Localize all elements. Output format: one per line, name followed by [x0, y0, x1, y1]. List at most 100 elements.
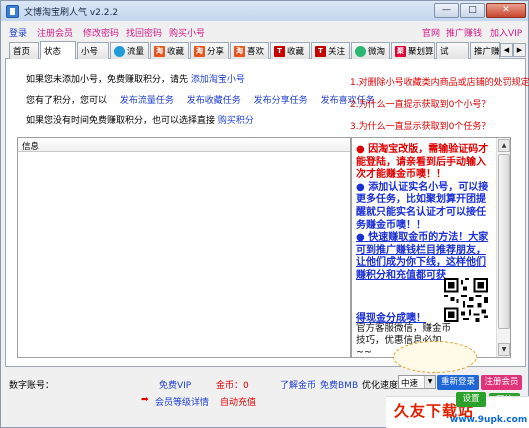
buy-points-hint: 如果您没有时间免费赚取积分，也可以选择直接 购买积分 — [26, 113, 254, 126]
settings-button[interactable]: 设置 — [456, 392, 486, 407]
speed-label: 优化速度 — [362, 381, 399, 391]
tab-label: 流量 — [127, 47, 145, 57]
add-account-hint: 如果您未添加小号，免费赚取积分，请先 添加淘宝小号 — [26, 72, 245, 85]
title-bar[interactable]: 文博淘宝刷人气 v2.2.2 — □ ✕ — [1, 1, 528, 21]
window-title: 文博淘宝刷人气 v2.2.2 — [24, 7, 119, 18]
tab-status[interactable]: 状态 — [40, 41, 76, 60]
faq-link-zero-tasks[interactable]: 3.为什么一直显示获取到0个任务？ — [350, 119, 490, 132]
change-password-link[interactable]: 修改密码 — [83, 26, 119, 39]
tab-tmall-favorite[interactable]: T 收藏 — [270, 42, 310, 59]
info-list[interactable]: 信息 — [17, 137, 351, 358]
tab-label: 关注 — [328, 47, 346, 57]
register-button[interactable]: 注册会员 — [481, 375, 522, 390]
register-link[interactable]: 注册会员 — [37, 26, 73, 39]
weitao-icon — [355, 45, 366, 57]
get-gold-link[interactable]: 得现金分成噢！ — [356, 309, 426, 324]
watermark-url: www.9upk.com — [450, 415, 528, 425]
info-list-header: 信息 — [18, 138, 350, 152]
app-icon — [6, 4, 19, 18]
tab-taobao-favorite[interactable]: 淘收藏 — [150, 42, 189, 59]
speed-select[interactable]: 中速 ▼ — [398, 375, 436, 389]
publish-traffic-task-link[interactable]: 发布流量任务 — [120, 96, 174, 106]
tab-label: 首页 — [13, 47, 31, 57]
faq-link-penalty[interactable]: 1.对删除小号收藏类内商品或店铺的处罚规定 — [350, 75, 529, 88]
taobao-icon: 淘 — [154, 45, 165, 57]
scroll-down-icon[interactable]: ▼ — [498, 343, 510, 356]
relogin-button[interactable]: 重新登录 — [437, 375, 479, 390]
notice-earn-gold[interactable]: ● 快速赚取金币的方法！大家可到推广赚钱栏目推荐朋友，让他们成为你下线，这样他们… — [356, 232, 494, 282]
app-window: 文博淘宝刷人气 v2.2.2 — □ ✕ 登录 注册会员 修改密码 找回密码 购… — [0, 0, 529, 428]
publish-favorite-task-link[interactable]: 发布收藏任务 — [187, 96, 241, 106]
hint-text: 如果您未添加小号，免费赚取积分，请先 — [26, 75, 189, 85]
tab-scroll-right-button[interactable]: ▶ — [513, 43, 526, 57]
tab-promote[interactable]: 推广赚钱 — [470, 42, 500, 59]
recharge-link[interactable]: 自动充值 — [220, 395, 256, 408]
notice-scrollbar[interactable]: ▲ ▼ — [496, 138, 510, 357]
tab-label: 小号 — [81, 47, 99, 57]
publish-task-hint: 您有了积分，您可以 发布流量任务 发布收藏任务 发布分享任务 发布喜欢任务 — [26, 93, 375, 106]
buy-points-link[interactable]: 购买积分 — [218, 116, 254, 126]
tab-weitao[interactable]: 微淘 — [351, 42, 390, 59]
publish-share-task-link[interactable]: 发布分享任务 — [254, 96, 308, 106]
taobao-icon: 淘 — [234, 45, 245, 57]
juhuasuan-icon: 聚 — [395, 45, 406, 57]
tab-home[interactable]: 首页 — [9, 42, 39, 59]
globe-icon — [114, 45, 125, 57]
speed-value: 中速 — [401, 379, 419, 389]
tab-juhuasuan[interactable]: 聚聚划算 — [391, 42, 435, 59]
tab-scroll-left-button[interactable]: ◀ — [500, 43, 513, 57]
red-arrow-icon: ➡ — [141, 395, 149, 405]
add-taobao-account-link[interactable]: 添加淘宝小号 — [191, 75, 245, 85]
promote-link[interactable]: 推广赚钱 — [446, 26, 482, 39]
minimize-button[interactable]: — — [434, 3, 459, 18]
tab-label: 聚划算 — [408, 47, 434, 57]
tab-accounts[interactable]: 小号 — [77, 42, 109, 59]
notice-earn-gold-text: 快速赚取金币的方法！大家可到推广赚钱栏目推荐朋友，让他们成为你下线，这样他们赚积… — [356, 232, 489, 281]
recover-password-link[interactable]: 找回密码 — [126, 26, 162, 39]
tab-taobao-share[interactable]: 淘分享 — [190, 42, 229, 59]
join-vip-link[interactable]: 加入VIP — [490, 26, 522, 39]
scroll-thumb[interactable] — [498, 154, 510, 329]
scroll-up-icon[interactable]: ▲ — [498, 139, 510, 152]
official-site-link[interactable]: 官网 — [422, 26, 440, 39]
chevron-down-icon: ▼ — [424, 376, 435, 388]
notice-real-name: ● 添加认证实名小号，可以接更多任务，比如聚划算开团提醒就只能实名认证才可以接任… — [356, 181, 489, 231]
wechat-qr-code — [444, 278, 488, 322]
tab-tmall-follow[interactable]: T 关注 — [311, 42, 350, 59]
buy-account-link[interactable]: 购买小号 — [169, 26, 205, 39]
tmall-icon: T — [274, 45, 285, 57]
taobao-icon: 淘 — [194, 45, 205, 57]
window-controls: — □ ✕ — [434, 3, 526, 18]
tab-trial[interactable]: 试 — [436, 42, 469, 59]
free-vip-link[interactable]: 免费VIP — [159, 378, 191, 391]
notice-real-name-text: 添加认证实名小号，可以接更多任务，比如聚划算开团提醒就只能实名认证才可以接任务赚… — [356, 181, 489, 231]
tab-taobao-like[interactable]: 淘喜欢 — [230, 42, 269, 59]
tab-label: 微淘 — [368, 47, 386, 57]
hint-text: 您有了积分，您可以 — [26, 96, 108, 106]
notice-text: ● 因淘宝改版，需输验证码才能登陆，请亲看到后手动输入次才能赚金币噢！！ ● 添… — [356, 144, 494, 283]
tab-label: 收藏 — [287, 47, 305, 57]
close-button[interactable]: ✕ — [486, 3, 526, 18]
tab-label: 状态 — [44, 47, 62, 57]
faq-link-zero-accounts[interactable]: 2.为什么一直提示获取到0个小号？ — [350, 97, 490, 110]
tab-traffic[interactable]: 流量 — [110, 42, 149, 59]
member-level-link[interactable]: 会员等级详情 — [155, 395, 209, 408]
tab-label: 喜欢 — [247, 47, 265, 57]
hint-text: 如果您没有时间免费赚取积分，也可以选择直接 — [26, 116, 216, 126]
notice-captcha: ● 因淘宝改版，需输验证码才能登陆，请亲看到后手动输入次才能赚金币噢！！ — [356, 144, 489, 181]
maximize-button[interactable]: □ — [460, 3, 485, 18]
tab-label: 分享 — [207, 47, 225, 57]
learn-gold-link[interactable]: 了解金币 — [280, 378, 316, 391]
notice-panel: ● 因淘宝改版，需输验证码才能登陆，请亲看到后手动输入次才能赚金币噢！！ ● 添… — [351, 137, 511, 358]
tab-label: 收藏 — [167, 47, 185, 57]
free-bmb-link[interactable]: 免费BMB — [320, 378, 358, 391]
notice-captcha-text: 因淘宝改版，需输验证码才能登陆，请亲看到后手动输入次才能赚金币噢！！ — [356, 144, 489, 181]
login-link[interactable]: 登录 — [9, 26, 27, 39]
gold-count: 金币：0 — [216, 381, 249, 391]
menu-bar: 登录 注册会员 修改密码 找回密码 购买小号 官网 推广赚钱 加入VIP — [1, 21, 528, 41]
tmall-icon: T — [315, 45, 326, 57]
tab-scroll-arrows: ◀ ▶ — [500, 43, 526, 57]
account-label: 数字账号： — [9, 381, 55, 391]
tab-label: 试 — [440, 47, 449, 57]
tab-label: 推广赚钱 — [474, 47, 500, 57]
